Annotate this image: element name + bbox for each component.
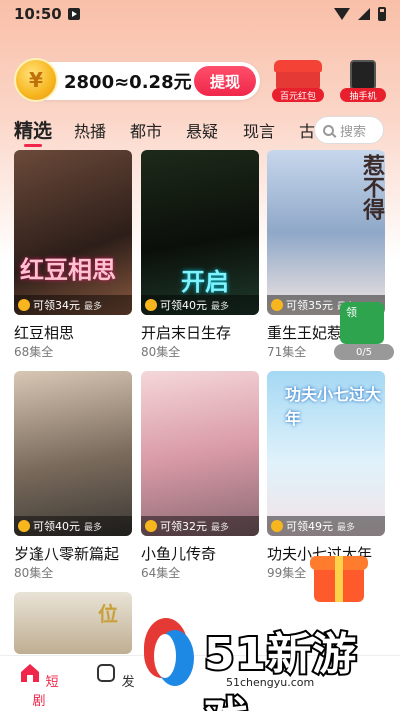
poster-title: 红豆相思 <box>20 256 116 284</box>
battery-icon <box>378 7 386 21</box>
category-tabs: 精选 热播 都市 悬疑 现言 古 搜索 <box>0 114 400 150</box>
drama-title: 开启末日生存 <box>141 324 232 342</box>
discover-icon <box>97 664 116 682</box>
search-icon <box>323 124 334 136</box>
nav-discover[interactable]: 发 <box>90 662 140 690</box>
widget-label: 领 <box>346 306 357 319</box>
search-input[interactable]: 搜索 <box>314 116 384 144</box>
episode-count: 71集全 <box>267 345 307 359</box>
status-bar: 10:50 <box>0 0 400 28</box>
coin-amount: 2800≈0.28元 <box>64 72 192 93</box>
tab-hot[interactable]: 热播 <box>74 118 106 142</box>
coin-icon <box>145 299 157 311</box>
status-time: 10:50 <box>14 5 62 23</box>
poster-title: 位 <box>98 602 118 626</box>
watermark-brand: 51新游戏 <box>202 627 358 711</box>
drama-title: 岁逢八零新篇起 <box>14 545 120 563</box>
coin-icon <box>18 299 30 311</box>
active-tab-indicator <box>24 144 42 147</box>
coin-icon: ¥ <box>14 58 58 102</box>
signal-icon <box>358 8 370 20</box>
reward-badge: 可领40元 最多 <box>141 295 259 315</box>
drama-title: 红豆相思 <box>14 324 75 342</box>
episode-count: 68集全 <box>14 345 54 359</box>
task-reward-widget[interactable]: 领 0/5 <box>334 302 394 362</box>
drama-poster[interactable]: 红豆相思 可领34元 最多 <box>14 150 132 315</box>
coin-icon <box>145 520 157 532</box>
phone-lottery-promo[interactable]: 抽手机 <box>340 58 386 102</box>
tab-urban[interactable]: 都市 <box>130 118 162 142</box>
nav-short-drama[interactable]: 短剧 <box>14 662 64 709</box>
search-placeholder: 搜索 <box>340 124 367 140</box>
drama-poster[interactable]: 位 <box>14 592 132 654</box>
task-progress: 0/5 <box>334 344 394 360</box>
coin-icon <box>271 299 283 311</box>
brand-logo-icon <box>140 612 198 694</box>
phone-lottery-label: 抽手机 <box>340 88 386 102</box>
drama-poster[interactable]: 功夫小七过大年 可领49元 最多 <box>267 371 385 536</box>
red-packet-promo[interactable]: 百元红包 <box>272 58 324 102</box>
nav-label: 发 <box>121 675 135 690</box>
reward-badge: 可领49元 最多 <box>267 516 385 536</box>
withdraw-button[interactable]: 提现 <box>194 66 256 96</box>
watermark-url: 51chengyu.com <box>226 676 315 689</box>
wifi-icon <box>334 8 350 20</box>
episode-count: 64集全 <box>141 566 181 580</box>
tab-ancient[interactable]: 古 <box>299 118 315 142</box>
treasure-chest-button[interactable] <box>308 548 370 604</box>
episode-count: 99集全 <box>267 566 307 580</box>
coin-icon <box>18 520 30 532</box>
coin-icon <box>271 520 283 532</box>
tab-suspense[interactable]: 悬疑 <box>186 118 218 142</box>
poster-title: 功夫小七过大年 <box>285 385 382 428</box>
reward-badge: 可领32元 最多 <box>141 516 259 536</box>
reward-badge: 可领40元 最多 <box>14 516 132 536</box>
tab-featured[interactable]: 精选 <box>14 116 52 143</box>
episode-count: 80集全 <box>14 566 54 580</box>
poster-title: 开启 <box>181 268 229 296</box>
drama-poster[interactable]: 可领40元 最多 <box>14 371 132 536</box>
drama-title: 小鱼儿传奇 <box>141 545 217 563</box>
drama-poster[interactable]: 可领32元 最多 <box>141 371 259 536</box>
episode-count: 80集全 <box>141 345 181 359</box>
drama-poster[interactable]: 惹不得 可领35元最多 <box>267 150 385 315</box>
watermark: 51新游戏 51chengyu.com <box>140 612 396 711</box>
drama-poster[interactable]: 开启 可领40元 最多 <box>141 150 259 315</box>
reward-badge: 可领34元 最多 <box>14 295 132 315</box>
phone-icon <box>350 60 376 90</box>
tab-modern-romance[interactable]: 现言 <box>243 118 275 142</box>
poster-title: 惹不得 <box>359 154 384 220</box>
home-icon <box>21 664 40 682</box>
coin-balance-bar[interactable]: ¥ 2800≈0.28元 提现 <box>14 58 260 102</box>
media-play-icon <box>67 8 80 20</box>
red-packet-label: 百元红包 <box>272 88 324 102</box>
